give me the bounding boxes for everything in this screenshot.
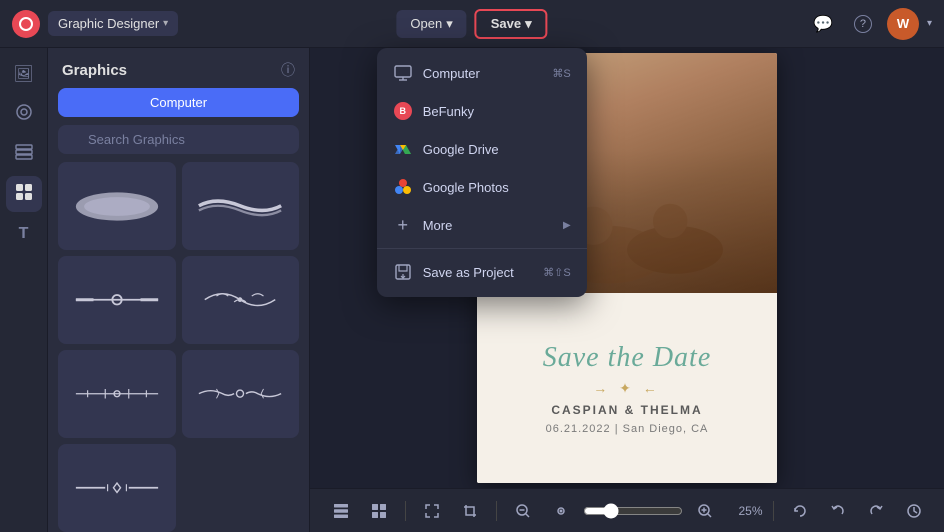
zoom-in-button[interactable]	[689, 495, 721, 527]
save-the-date-title: Save the Date	[543, 342, 712, 374]
layers-toolbar-button[interactable]	[325, 495, 357, 527]
icon-sidebar: 🖼	[0, 48, 48, 532]
names-text: CASPIAN & THELMA	[551, 403, 702, 417]
befunky-icon: B	[393, 101, 413, 121]
zoom-out-button[interactable]	[507, 495, 539, 527]
menu-item-computer-label: Computer	[423, 66, 480, 81]
menu-item-google-drive[interactable]: Google Drive	[377, 130, 587, 168]
sidebar-item-text[interactable]: T	[6, 216, 42, 252]
menu-item-save-as-project-shortcut: ⌘⇧S	[543, 266, 571, 279]
topbar-actions: 💬 ? W ▾	[807, 8, 932, 40]
menu-item-computer-shortcut: ⌘S	[552, 67, 570, 80]
text-icon: T	[19, 225, 29, 243]
ornament: → ✦ ←	[593, 380, 661, 397]
google-photos-icon	[393, 177, 413, 197]
help-button[interactable]: ?	[847, 8, 879, 40]
sidebar-item-layers[interactable]	[6, 136, 42, 172]
google-drive-icon	[393, 139, 413, 159]
search-row: 🔍	[48, 125, 309, 162]
more-chevron-icon: ▶	[563, 220, 571, 231]
info-icon[interactable]: ⓘ	[281, 60, 295, 80]
chevron-down-icon: ▾	[163, 18, 168, 29]
main-layout: 🖼	[0, 48, 944, 532]
toolbar-divider-3	[773, 501, 774, 521]
date-location-text: 06.21.2022 | San Diego, CA	[546, 423, 709, 435]
save-as-project-icon	[393, 262, 413, 282]
crop-button[interactable]	[454, 495, 486, 527]
chat-icon: 💬	[813, 14, 833, 34]
graphic-item[interactable]	[58, 162, 176, 250]
menu-item-computer[interactable]: Computer ⌘S	[377, 54, 587, 92]
avatar-button[interactable]: W	[887, 8, 919, 40]
menu-item-google-drive-label: Google Drive	[423, 142, 499, 157]
tab-row: Computer	[48, 88, 309, 125]
computer-tab[interactable]: Computer	[58, 88, 299, 117]
graphic-item[interactable]	[182, 350, 300, 438]
bottom-toolbar: 25%	[310, 488, 944, 532]
canvas-area: Save the Date → ✦ ← CASPIAN & THELMA 06.…	[310, 48, 944, 532]
menu-divider	[377, 248, 587, 249]
open-button[interactable]: Open ▾	[396, 10, 466, 38]
graphic-item[interactable]	[182, 256, 300, 344]
search-wrapper: 🔍	[58, 125, 299, 154]
menu-item-befunky[interactable]: B BeFunky	[377, 92, 587, 130]
panel-title: Graphics	[62, 62, 127, 79]
save-chevron-icon: ▾	[525, 16, 532, 32]
graphics-icon	[15, 183, 33, 206]
sidebar-item-effects[interactable]	[6, 96, 42, 132]
graphic-item[interactable]	[182, 162, 300, 250]
graphic-item[interactable]	[58, 256, 176, 344]
app-name-button[interactable]: Graphic Designer ▾	[48, 11, 178, 36]
menu-item-google-photos[interactable]: Google Photos	[377, 168, 587, 206]
avatar-chevron-icon[interactable]: ▾	[927, 18, 932, 29]
menu-item-google-photos-label: Google Photos	[423, 180, 509, 195]
menu-item-save-as-project-label: Save as Project	[423, 265, 514, 280]
search-input[interactable]	[58, 125, 299, 154]
save-dropdown: Computer ⌘S B BeFunky	[377, 48, 587, 297]
toolbar-divider	[405, 501, 406, 521]
app-name-label: Graphic Designer	[58, 16, 159, 31]
photos-icon: 🖼	[13, 64, 33, 84]
help-icon: ?	[854, 15, 872, 33]
layers-icon	[15, 144, 33, 165]
save-button[interactable]: Save ▾	[475, 9, 548, 39]
undo-button[interactable]	[822, 495, 854, 527]
history-button[interactable]	[898, 495, 930, 527]
zoom-fit-button[interactable]	[545, 495, 577, 527]
zoom-slider[interactable]	[583, 503, 683, 519]
toolbar-divider-2	[496, 501, 497, 521]
menu-item-more-label: More	[423, 218, 453, 233]
redo-button[interactable]	[860, 495, 892, 527]
topbar: Graphic Designer ▾ Open ▾ Save ▾ 💬 ? W ▾	[0, 0, 944, 48]
sidebar-item-photos[interactable]: 🖼	[6, 56, 42, 92]
more-icon: +	[393, 215, 413, 235]
open-chevron-icon: ▾	[446, 16, 453, 32]
menu-item-save-as-project[interactable]: Save as Project ⌘⇧S	[377, 253, 587, 291]
sidebar-item-graphics[interactable]	[6, 176, 42, 212]
graphics-grid	[48, 162, 309, 532]
computer-icon	[393, 63, 413, 83]
graphics-panel: Graphics ⓘ Computer 🔍	[48, 48, 310, 532]
refresh-button[interactable]	[784, 495, 816, 527]
grid-toolbar-button[interactable]	[363, 495, 395, 527]
expand-button[interactable]	[416, 495, 448, 527]
menu-item-befunky-label: BeFunky	[423, 104, 474, 119]
graphic-item[interactable]	[58, 350, 176, 438]
menu-item-more[interactable]: + More ▶	[377, 206, 587, 244]
chat-button[interactable]: 💬	[807, 8, 839, 40]
zoom-label: 25%	[727, 504, 763, 518]
logo-icon	[12, 10, 40, 38]
effects-icon	[15, 103, 33, 126]
topbar-center-actions: Open ▾ Save ▾	[396, 9, 547, 39]
card-text-area: Save the Date → ✦ ← CASPIAN & THELMA 06.…	[477, 293, 777, 483]
graphic-item[interactable]	[58, 444, 176, 532]
panel-header: Graphics ⓘ	[48, 48, 309, 88]
